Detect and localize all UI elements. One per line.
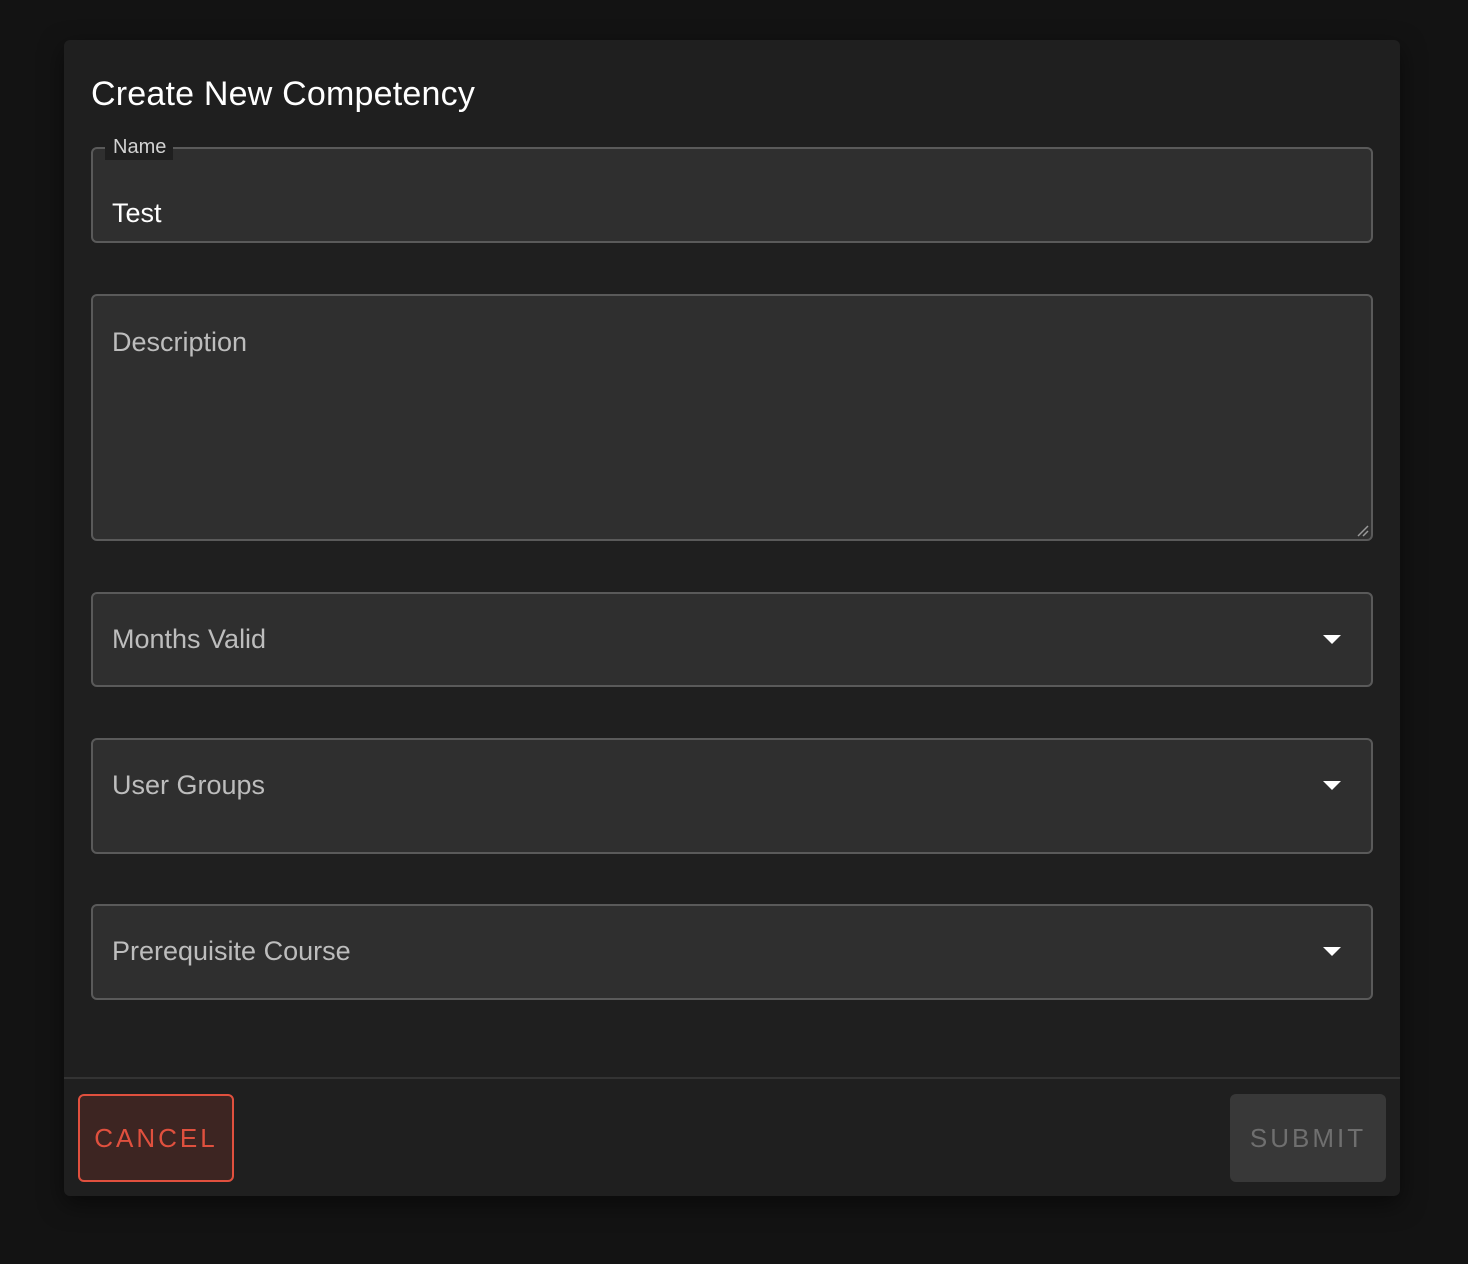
create-competency-dialog: Create New Competency Name Description M… <box>64 40 1400 1196</box>
prerequisite-course-placeholder: Prerequisite Course <box>112 936 351 966</box>
footer-divider <box>64 1077 1400 1079</box>
user-groups-select[interactable]: User Groups <box>91 738 1373 854</box>
submit-button[interactable]: SUBMIT <box>1230 1094 1386 1182</box>
chevron-down-icon[interactable] <box>1323 635 1341 644</box>
chevron-down-icon[interactable] <box>1323 781 1341 790</box>
name-input[interactable] <box>112 195 1332 231</box>
name-field[interactable]: Name <box>91 134 1373 243</box>
prerequisite-course-select[interactable]: Prerequisite Course <box>91 904 1373 1000</box>
resize-grip-icon[interactable] <box>1355 523 1369 537</box>
dialog-title: Create New Competency <box>91 75 476 113</box>
name-field-label: Name <box>105 134 174 160</box>
months-valid-placeholder: Months Valid <box>112 624 267 654</box>
user-groups-placeholder: User Groups <box>112 770 266 800</box>
description-placeholder: Description <box>112 327 248 357</box>
chevron-down-icon[interactable] <box>1323 947 1341 956</box>
description-field[interactable]: Description <box>91 294 1373 541</box>
months-valid-select[interactable]: Months Valid <box>91 592 1373 687</box>
cancel-button[interactable]: CANCEL <box>78 1094 234 1182</box>
